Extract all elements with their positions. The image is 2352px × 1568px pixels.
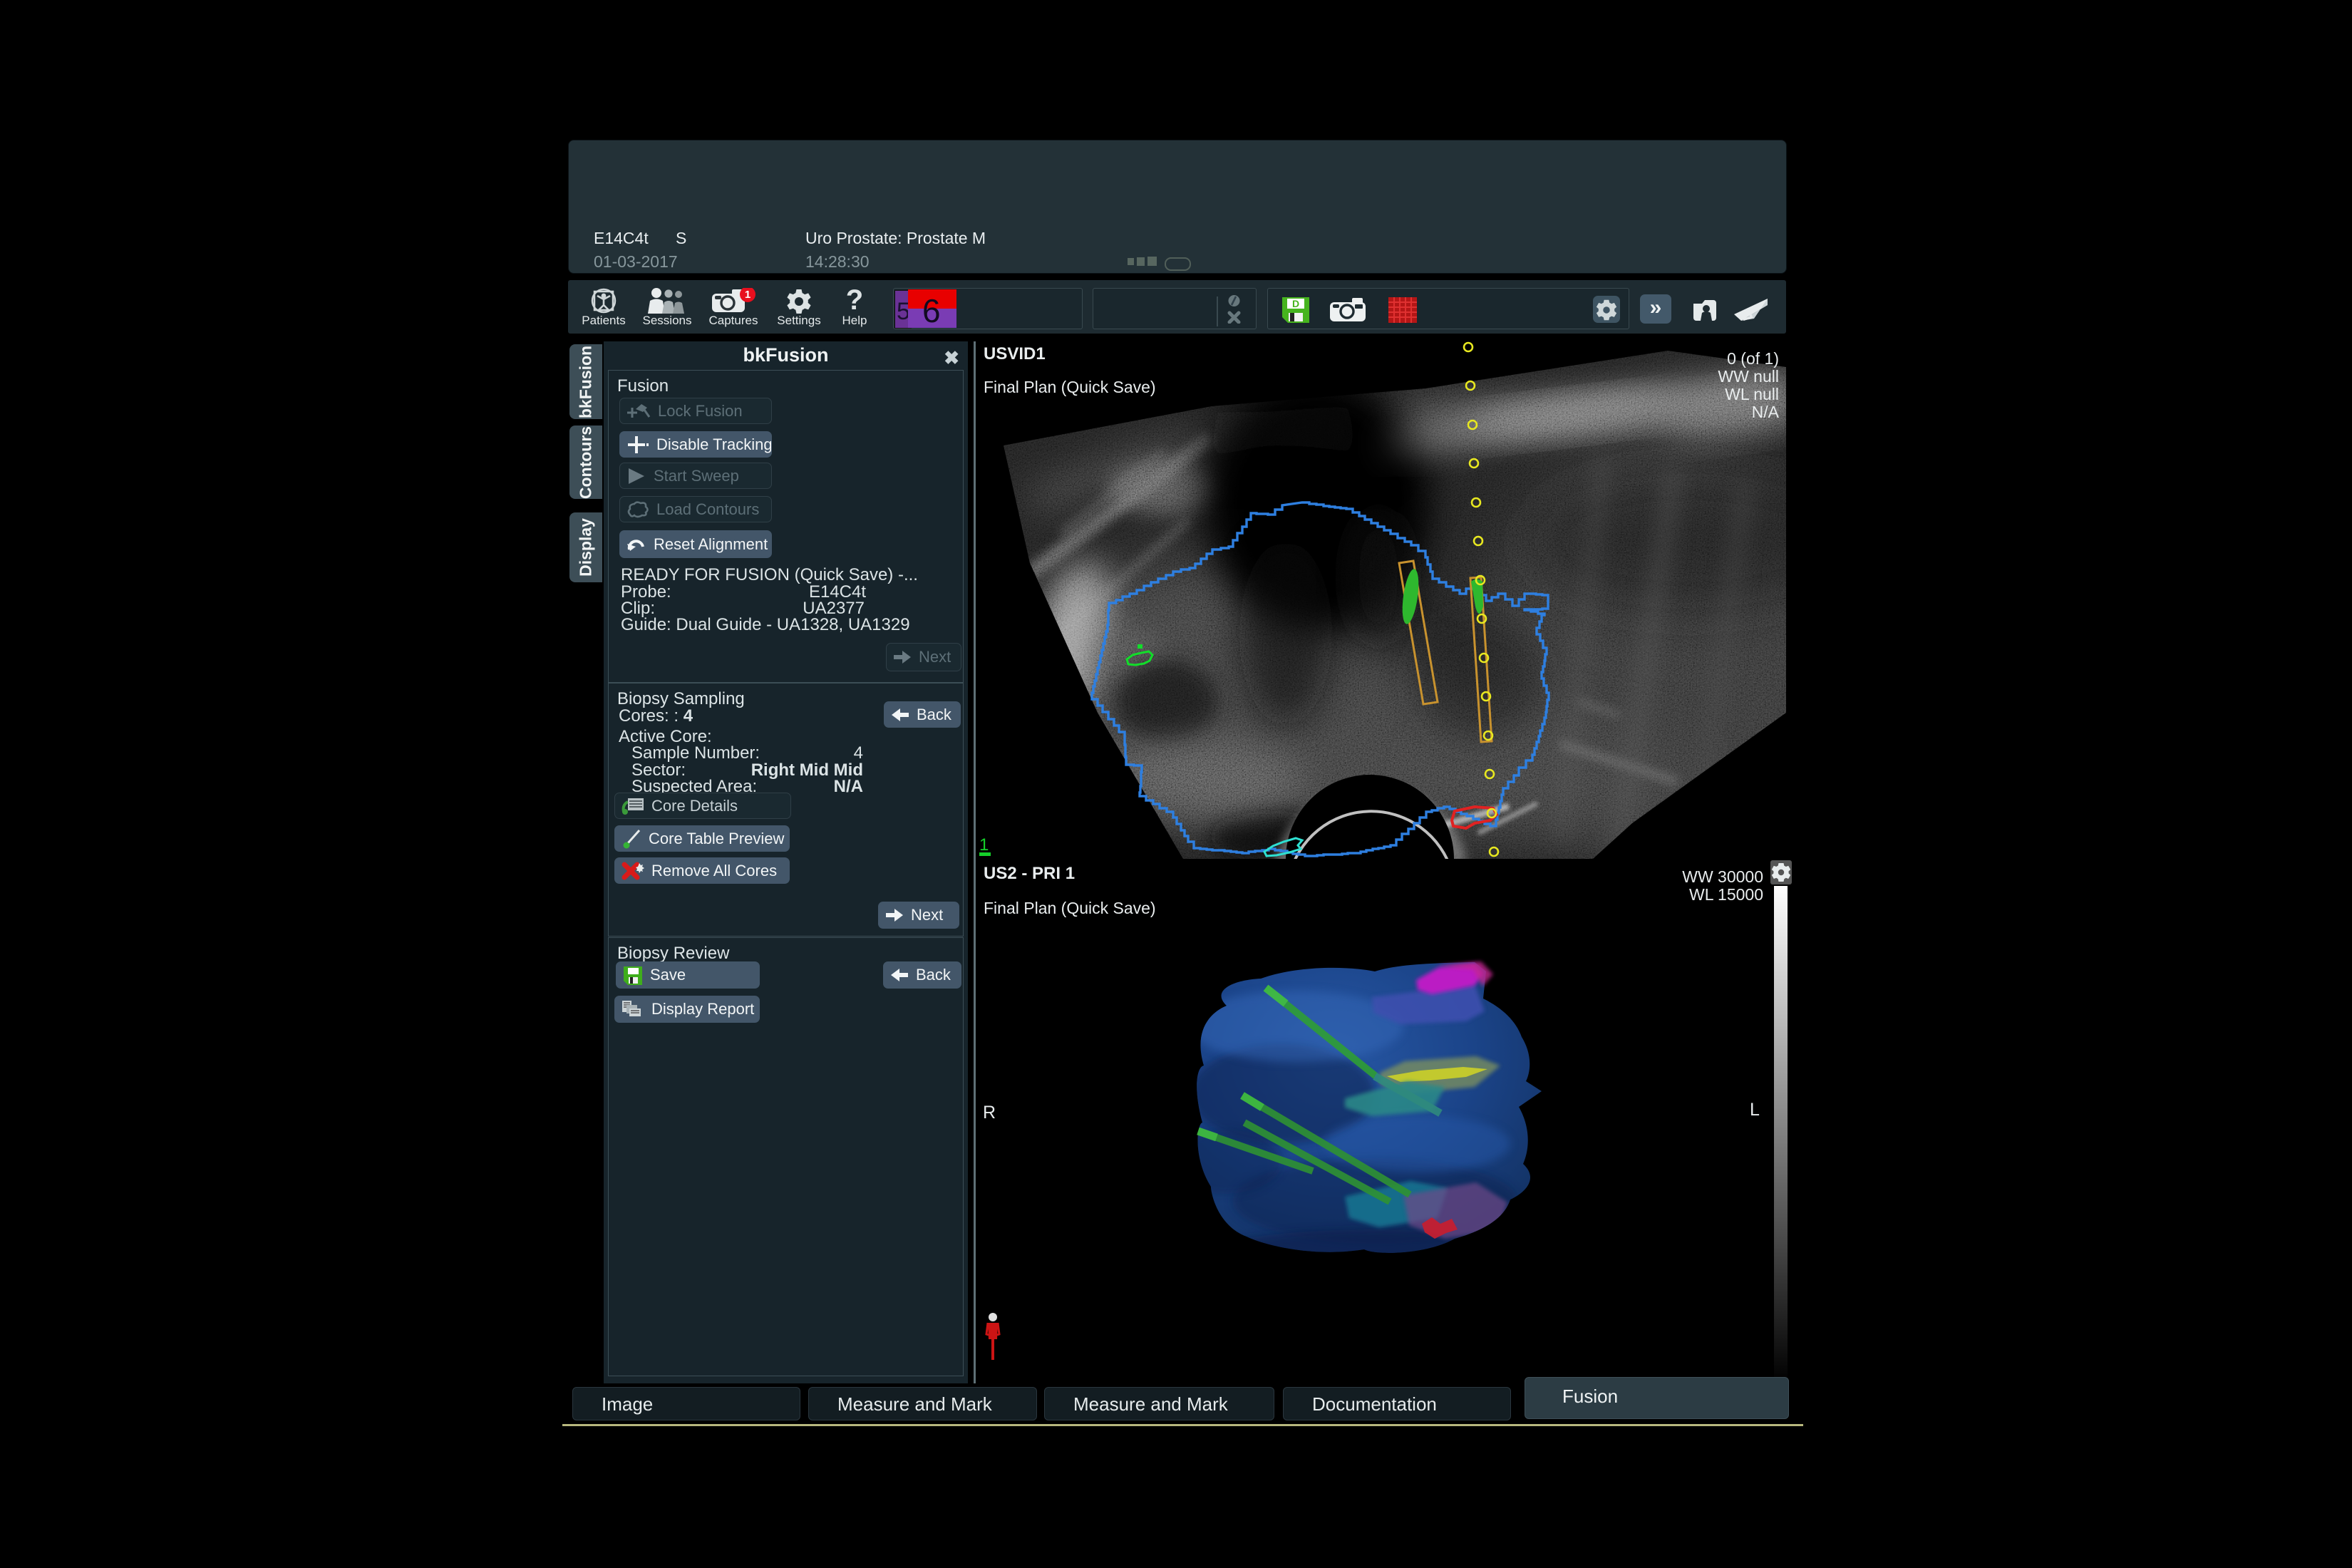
svg-text:1: 1 <box>745 289 751 301</box>
svg-text:?: ? <box>846 288 863 314</box>
svg-text:D: D <box>1292 298 1299 309</box>
